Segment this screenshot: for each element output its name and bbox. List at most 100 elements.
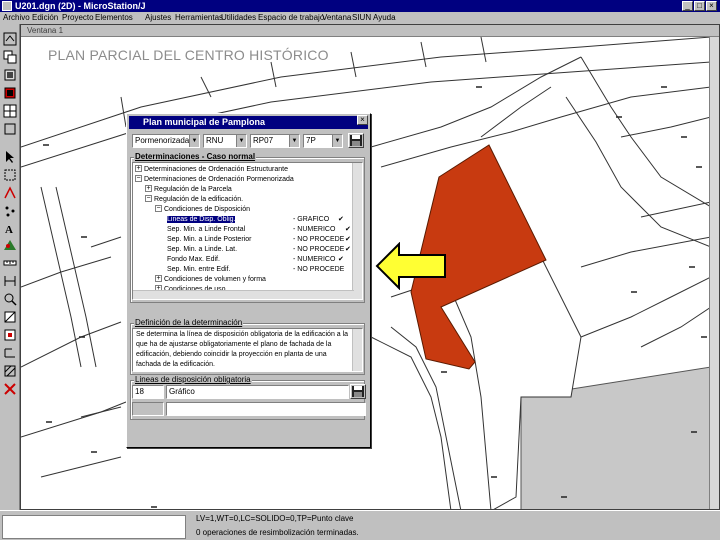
tree-item-value: - NO PROCEDE xyxy=(293,236,345,243)
check-icon: ✔ xyxy=(345,236,351,243)
fence-select-icon[interactable] xyxy=(3,168,17,182)
lineas-label: Lineas de disposición obligatoria xyxy=(134,375,252,385)
menu-utilidades[interactable]: Utilidades xyxy=(221,12,256,24)
collapse-icon[interactable]: − xyxy=(155,205,162,212)
expand-icon[interactable]: + xyxy=(155,275,162,282)
element-select-icon[interactable] xyxy=(3,32,17,46)
dimension-icon[interactable] xyxy=(3,274,17,288)
lineas-number-field-empty[interactable] xyxy=(132,402,164,416)
lineas-type-combo[interactable]: Gráfico xyxy=(166,385,349,399)
line-icon[interactable] xyxy=(3,186,17,200)
tree-item-selected[interactable]: Lineas de Disp. Oblig. xyxy=(167,215,236,225)
check-icon: ✔ xyxy=(338,256,344,263)
definition-body: Se determina la línea de disposición obl… xyxy=(136,331,349,368)
view-title: Ventana 1 xyxy=(27,26,64,35)
chevron-down-icon[interactable]: ▼ xyxy=(236,135,246,147)
tree-item[interactable]: − Regulación de la edificación. xyxy=(145,195,243,205)
tree-item[interactable]: Sep. Min. a Linde Posterior xyxy=(167,235,251,245)
lineas-number-field[interactable]: 18 xyxy=(132,385,164,399)
zona-combo[interactable]: 7P ▼ xyxy=(303,134,343,148)
tree-item[interactable]: + Condiciones de volumen y forma xyxy=(155,275,266,285)
ordenacion-combo[interactable]: Pormenorizada ▼ xyxy=(132,134,200,148)
tool-box: A xyxy=(0,24,20,510)
floppy-disk-icon xyxy=(350,135,362,146)
clase-suelo-value: RNU xyxy=(206,136,224,145)
expand-icon[interactable]: + xyxy=(135,165,142,172)
maximize-button[interactable]: □ xyxy=(694,1,705,11)
definicion-label: Definición de la determinación xyxy=(134,318,244,328)
view-titlebar: Ventana 1 xyxy=(21,25,719,37)
tree-vertical-scrollbar[interactable] xyxy=(352,163,362,299)
delete-icon[interactable] xyxy=(3,382,17,396)
svg-text:A: A xyxy=(5,224,13,236)
slide-title: PLAN PARCIAL DEL CENTRO HISTÓRICO xyxy=(48,47,329,63)
text-icon[interactable]: A xyxy=(3,222,17,236)
patterning-icon[interactable] xyxy=(3,364,17,378)
chevron-down-icon[interactable]: ▼ xyxy=(189,135,199,147)
menu-ventana[interactable]: Ventana xyxy=(322,12,351,24)
floppy-disk-icon xyxy=(352,386,364,397)
dialog-close-button[interactable]: × xyxy=(357,115,368,125)
tree-item-value: - NUMERICO xyxy=(293,256,336,263)
layers-icon[interactable] xyxy=(3,68,17,82)
fence-icon[interactable] xyxy=(3,86,17,100)
app-title: U201.dgn (2D) - MicroStation/J xyxy=(15,1,146,11)
ambito-value: RP07 xyxy=(253,136,274,145)
tree-item[interactable]: − Condiciones de Disposición xyxy=(155,205,250,215)
ambito-combo[interactable]: RP07 ▼ xyxy=(250,134,300,148)
tree-item[interactable]: Sep. Min. a Linde Frontal xyxy=(167,225,245,235)
menu-siun[interactable]: SIUN xyxy=(352,12,371,24)
close-button[interactable]: × xyxy=(706,1,717,11)
expand-icon[interactable]: + xyxy=(145,185,152,192)
tree-item[interactable]: Sep. Min. a Linde. Lat. xyxy=(167,245,237,255)
menu-ayuda[interactable]: Ayuda xyxy=(373,12,396,24)
arrow-pointer-icon xyxy=(375,242,446,290)
cell-icon[interactable] xyxy=(3,238,17,252)
collapse-icon[interactable]: − xyxy=(145,195,152,202)
chevron-down-icon[interactable]: ▼ xyxy=(332,135,342,147)
extend-icon[interactable] xyxy=(3,346,17,360)
menu-herramientas[interactable]: Herramientas xyxy=(175,12,223,24)
status-message: 0 operaciones de resimbolización termina… xyxy=(196,528,359,537)
tree-item-value: - NO PROCEDE xyxy=(293,266,345,273)
pointer-icon[interactable] xyxy=(3,150,17,164)
modify-icon[interactable] xyxy=(3,310,17,324)
check-icon: ✔ xyxy=(345,226,351,233)
tree-item[interactable]: − Determinaciones de Ordenación Pormenori… xyxy=(135,175,294,185)
tree-item[interactable]: Sep. Min. entre Edif. xyxy=(167,265,230,275)
collapse-icon[interactable]: − xyxy=(135,175,142,182)
determinaciones-label: Determinaciones - Caso normal xyxy=(134,152,257,162)
tree-item[interactable]: + Determinaciones de Ordenación Estructur… xyxy=(135,165,288,175)
menu-ajustes[interactable]: Ajustes xyxy=(145,12,171,24)
lineas-save-button[interactable] xyxy=(350,384,366,399)
check-icon: ✔ xyxy=(345,246,351,253)
menu-proyecto[interactable]: Proyecto xyxy=(62,12,94,24)
tree-horizontal-scrollbar[interactable] xyxy=(133,290,354,299)
status-prompt-field xyxy=(2,515,186,539)
menu-edicion[interactable]: Edición xyxy=(32,12,58,24)
points-icon[interactable] xyxy=(3,204,17,218)
frame-icon[interactable] xyxy=(3,122,17,136)
determinaciones-tree[interactable]: + Determinaciones de Ordenación Estructur… xyxy=(132,162,363,300)
tree-item[interactable]: + Regulación de la Parcela xyxy=(145,185,232,195)
copy-icon[interactable] xyxy=(3,50,17,64)
grid-icon[interactable] xyxy=(3,104,17,118)
save-button[interactable] xyxy=(348,133,364,148)
status-element-attributes: LV=1,WT=0,LC=SOLIDO=0,TP=Punto clave xyxy=(196,514,354,523)
clase-suelo-combo[interactable]: RNU ▼ xyxy=(203,134,247,148)
zoom-icon[interactable] xyxy=(3,292,17,306)
menu-espacio-trabajo[interactable]: Espacio de trabajo xyxy=(258,12,324,24)
tree-item-value: - NUMERICO xyxy=(293,226,336,233)
definition-scrollbar[interactable] xyxy=(352,329,362,371)
menu-archivo[interactable]: Archivo xyxy=(3,12,30,24)
tree-item-value: - NO PROCEDE xyxy=(293,246,345,253)
chevron-down-icon[interactable]: ▼ xyxy=(289,135,299,147)
delete-part-icon[interactable] xyxy=(3,328,17,342)
app-titlebar: U201.dgn (2D) - MicroStation/J _ □ × xyxy=(0,0,720,12)
minimize-button[interactable]: _ xyxy=(682,1,693,11)
measure-icon[interactable] xyxy=(3,256,17,270)
menu-elementos[interactable]: Elementos xyxy=(95,12,133,24)
view-vertical-scrollbar[interactable] xyxy=(709,37,719,509)
tree-item[interactable]: Fondo Max. Edif. xyxy=(167,255,220,265)
lineas-value-field-empty[interactable] xyxy=(166,402,366,416)
